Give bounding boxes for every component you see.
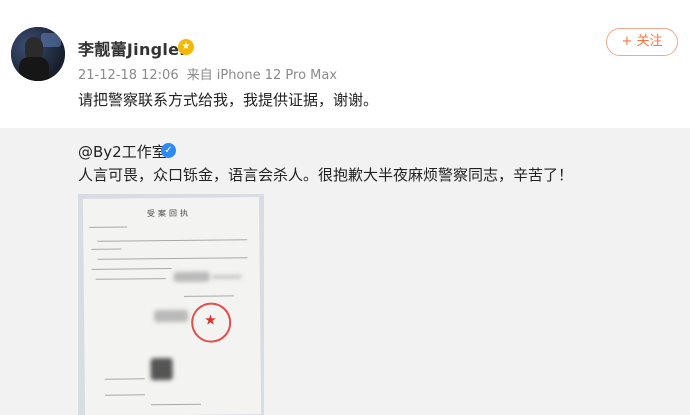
document-paper: 受案回执 ★: [82, 197, 262, 415]
doc-line: [183, 295, 234, 297]
doc-line: [97, 239, 248, 242]
repost-text: 人言可畏，众口铄金，语言会杀人。很抱歉大半夜麻烦警察同志，辛苦了！: [78, 166, 574, 184]
avatar-screen-glow: [41, 33, 61, 47]
doc-line: [91, 248, 122, 250]
verified-icon: ✓: [161, 143, 176, 158]
repost-author[interactable]: @By2工作室: [78, 141, 167, 162]
redacted-area: [173, 271, 210, 282]
doc-line: [104, 378, 145, 380]
doc-line: [104, 394, 145, 396]
doc-line: [95, 278, 166, 280]
post-source: 来自 iPhone 12 Pro Max: [186, 68, 338, 83]
redacted-signature: [150, 357, 173, 381]
document-title: 受案回执: [146, 208, 192, 219]
avatar-body: [19, 57, 49, 81]
redacted-area: [154, 309, 189, 323]
doc-line: [91, 268, 172, 270]
redacted-area: [211, 275, 242, 279]
post-meta: 21-12-18 12:06 来自 iPhone 12 Pro Max: [78, 64, 345, 83]
username[interactable]: 李靓蕾Jinglei: [78, 36, 185, 60]
doc-line: [97, 257, 248, 260]
doc-line: [151, 403, 202, 406]
stamp-star-icon: ★: [204, 312, 217, 329]
doc-line: [89, 226, 128, 228]
post-timestamp[interactable]: 21-12-18 12:06: [78, 68, 179, 83]
avatar[interactable]: [11, 27, 65, 81]
vip-badge-icon[interactable]: ★: [178, 39, 194, 55]
follow-button[interactable]: + 关注: [606, 28, 678, 56]
post-text: 请把警察联系方式给我，我提供证据，谢谢。: [78, 91, 379, 109]
document-photo[interactable]: 受案回执 ★: [78, 194, 264, 415]
